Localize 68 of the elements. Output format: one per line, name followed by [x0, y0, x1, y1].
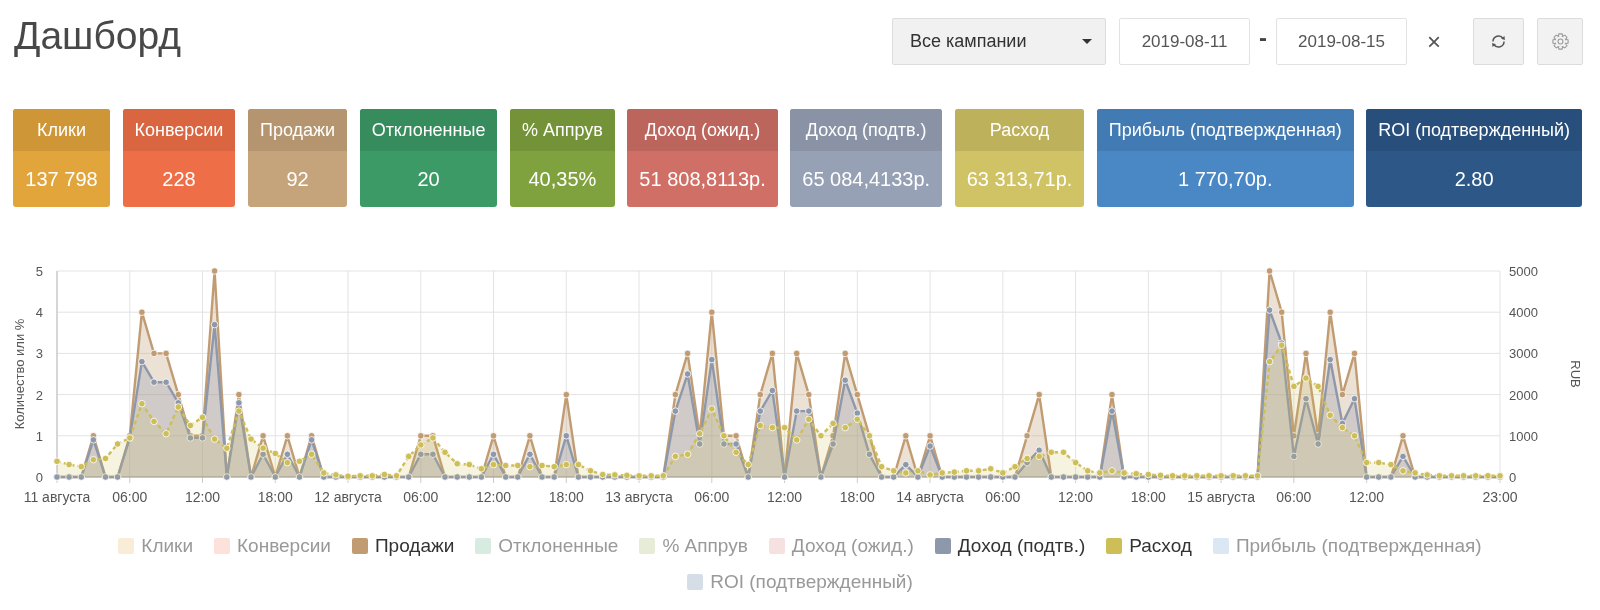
axis-tick-label: 18:00: [257, 489, 293, 505]
date-range-dash: -: [1258, 23, 1268, 52]
axis-title: RUB: [1568, 360, 1583, 388]
axis-tick-label: 12 августа: [314, 489, 382, 505]
axis-tick-label: 4000: [1509, 305, 1538, 321]
metric-value: 137 798: [24, 166, 99, 192]
axis-tick-label: 5: [35, 264, 43, 279]
metric-label: Клики: [13, 109, 110, 151]
axis-tick-label: 13 августа: [605, 489, 673, 505]
axis-tick-label: 0: [1509, 470, 1517, 485]
metric-label: Расход: [954, 109, 1085, 151]
axis-title: Количество или %: [12, 318, 27, 430]
metric-value: 63 313,71р.: [965, 166, 1074, 192]
axis-tick-label: 12:00: [1349, 489, 1385, 505]
axis-tick-label: 18:00: [839, 489, 875, 505]
metric-label: % Аппрув: [509, 109, 615, 151]
axis-tick-label: 06:00: [403, 489, 439, 505]
axis-tick-label: 2: [35, 387, 43, 403]
axis-tick-label: 4: [35, 305, 43, 321]
page-title: Дашборд: [14, 13, 181, 59]
metric-label: Доход (подтв.): [790, 109, 943, 151]
metric-label: Отклоненные: [359, 109, 498, 151]
metric-value: 92: [285, 166, 310, 192]
axis-tick-label: 1: [35, 428, 43, 444]
axis-tick-label: 06:00: [1276, 489, 1312, 505]
metric-label: ROI (подтвержденный): [1366, 109, 1583, 151]
axis-tick-label: 15 августа: [1187, 489, 1255, 505]
legend-item[interactable]: Доход (подтв.): [934, 534, 1086, 557]
axis-tick-label: 23:00: [1482, 489, 1518, 505]
campaign-dropdown[interactable]: Все кампании: [892, 18, 1106, 65]
axis-tick-label: 1000: [1509, 428, 1538, 444]
metric-value: 51 808,8113р.: [638, 166, 767, 192]
metric-label: Доход (ожид.): [627, 109, 778, 151]
gear-icon: [1551, 33, 1569, 50]
metric-value: 228: [161, 166, 197, 192]
metric-value: 65 084,4133р.: [801, 166, 932, 192]
axis-tick-label: 14 августа: [896, 489, 964, 505]
axis-tick-label: 12:00: [1058, 489, 1094, 505]
metric-value: 1 770,70р.: [1176, 166, 1274, 192]
axis-tick-label: 06:00: [694, 489, 730, 505]
axis-tick-label: 12:00: [767, 489, 803, 505]
axis-tick-label: 18:00: [548, 489, 584, 505]
caret-icon: [1082, 39, 1092, 44]
legend-item[interactable]: Продажи: [351, 534, 455, 557]
axis-tick-label: 3: [35, 346, 43, 362]
axis-tick-label: 0: [35, 470, 43, 485]
date-field[interactable]: 2019-08-15: [1276, 18, 1407, 65]
axis-tick-label: 3000: [1509, 346, 1538, 362]
axis-tick-label: 12:00: [476, 489, 512, 505]
axis-tick-label: 2000: [1509, 387, 1538, 403]
legend-item[interactable]: Расход: [1106, 534, 1192, 557]
refresh-icon: [1490, 33, 1507, 50]
axis-tick-label: 11 августа: [23, 489, 91, 505]
metric-label: Продажи: [247, 109, 348, 151]
metric-label: Конверсии: [122, 109, 236, 151]
metric-value: 20: [416, 166, 441, 192]
axis-tick-label: 06:00: [112, 489, 148, 505]
metric-value: 2.80: [1453, 166, 1495, 192]
metric-value: 40,35%: [527, 166, 598, 192]
date-field[interactable]: 2019-08-11: [1119, 18, 1250, 65]
axis-tick-label: 18:00: [1130, 489, 1166, 505]
axis-tick-label: 5000: [1509, 264, 1538, 279]
metric-label: Прибыль (подтвержденная): [1096, 109, 1354, 151]
clear-button[interactable]: ×: [1421, 26, 1447, 57]
settings-button[interactable]: [1537, 18, 1583, 65]
axis-tick-label: 06:00: [985, 489, 1021, 505]
refresh-button[interactable]: [1473, 18, 1524, 65]
axis-tick-label: 12:00: [185, 489, 221, 505]
